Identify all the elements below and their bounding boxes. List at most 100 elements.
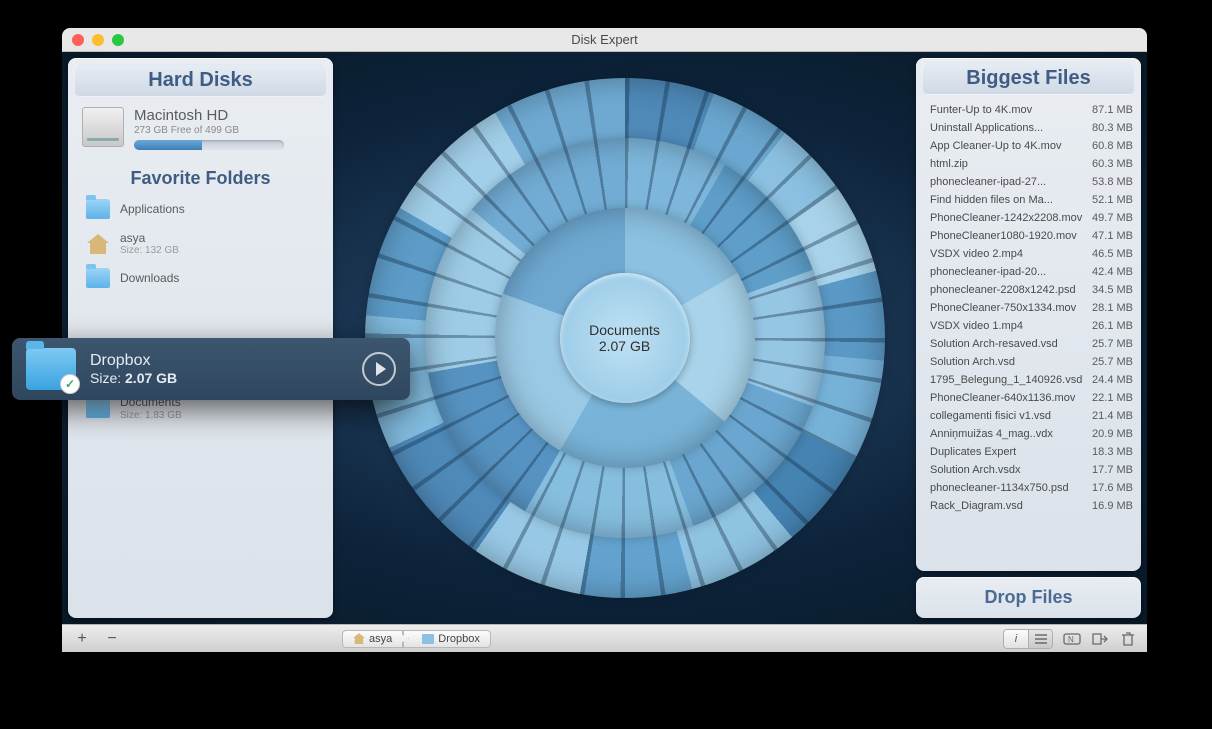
file-size: 46.5 MB [1092, 248, 1133, 260]
export-icon[interactable] [1091, 631, 1109, 647]
add-button[interactable]: + [72, 630, 92, 648]
home-icon [86, 233, 110, 255]
file-name: Funter-Up to 4K.mov [930, 104, 1092, 116]
right-column: Biggest Files Funter-Up to 4K.mov87.1 MB… [916, 58, 1141, 618]
file-name: Find hidden files on Ma... [930, 194, 1092, 206]
file-name: PhoneCleaner1080-1920.mov [930, 230, 1092, 242]
file-row[interactable]: html.zip60.3 MB [926, 155, 1137, 173]
file-row[interactable]: Funter-Up to 4K.mov87.1 MB [926, 101, 1137, 119]
favorite-folder-row[interactable]: Applications [68, 193, 333, 225]
zoom-icon[interactable] [112, 34, 124, 46]
file-size: 53.8 MB [1092, 176, 1133, 188]
scan-play-button[interactable] [362, 352, 396, 386]
file-row[interactable]: Solution Arch-resaved.vsd25.7 MB [926, 335, 1137, 353]
list-icon [1035, 634, 1047, 644]
file-row[interactable]: phonecleaner-1134x750.psd17.6 MB [926, 479, 1137, 497]
file-name: phonecleaner-1134x750.psd [930, 482, 1092, 494]
file-name: html.zip [930, 158, 1092, 170]
file-row[interactable]: phonecleaner-2208x1242.psd34.5 MB [926, 281, 1137, 299]
folder-popout[interactable]: Dropbox Size: 2.07 GB [12, 338, 410, 400]
file-row[interactable]: PhoneCleaner-1242x2208.mov49.7 MB [926, 209, 1137, 227]
remove-button[interactable]: − [102, 630, 122, 648]
popout-size: Size: 2.07 GB [90, 370, 177, 386]
file-size: 24.4 MB [1092, 374, 1133, 386]
harddrive-icon [82, 107, 124, 147]
favorite-folder-row[interactable]: asyaSize: 132 GB [68, 225, 333, 262]
file-name: PhoneCleaner-1242x2208.mov [930, 212, 1092, 224]
file-row[interactable]: VSDX video 1.mp426.1 MB [926, 317, 1137, 335]
titlebar: Disk Expert [62, 28, 1147, 52]
drop-files-panel[interactable]: Drop Files [916, 577, 1141, 618]
file-size: 80.3 MB [1092, 122, 1133, 134]
disk-row[interactable]: Macintosh HD 273 GB Free of 499 GB [68, 103, 333, 160]
biggest-files-panel: Biggest Files Funter-Up to 4K.mov87.1 MB… [916, 58, 1141, 571]
file-name: PhoneCleaner-640x1136.mov [930, 392, 1092, 404]
folder-icon [86, 268, 110, 288]
file-row[interactable]: Find hidden files on Ma...52.1 MB [926, 191, 1137, 209]
folder-size: Size: 1.83 GB [120, 410, 182, 421]
favorite-folder-row[interactable]: Downloads [68, 262, 333, 294]
file-name: App Cleaner-Up to 4K.mov [930, 140, 1092, 152]
file-size: 60.3 MB [1092, 158, 1133, 170]
file-row[interactable]: 1795_Belegung_1_140926.vsd24.4 MB [926, 371, 1137, 389]
favorite-folders-list: Applications asyaSize: 132 GBDownloads [68, 193, 333, 294]
breadcrumb: asya Dropbox [342, 630, 491, 648]
file-size: 47.1 MB [1092, 230, 1133, 242]
favorite-folders-header: Favorite Folders [68, 160, 333, 193]
file-name: PhoneCleaner-750x1334.mov [930, 302, 1092, 314]
list-view-button[interactable] [1028, 630, 1052, 648]
home-icon [353, 633, 365, 644]
file-name: Duplicates Expert [930, 446, 1092, 458]
sunburst-chart[interactable]: Documents 2.07 GB [365, 78, 885, 598]
file-row[interactable]: Uninstall Applications...80.3 MB [926, 119, 1137, 137]
file-row[interactable]: Anniņmuižas 4_mag..vdx20.9 MB [926, 425, 1137, 443]
breadcrumb-path[interactable]: Dropbox [403, 630, 491, 648]
file-size: 28.1 MB [1092, 302, 1133, 314]
file-row[interactable]: Solution Arch.vsd25.7 MB [926, 353, 1137, 371]
disk-subtitle: 273 GB Free of 499 GB [134, 125, 319, 136]
file-size: 87.1 MB [1092, 104, 1133, 116]
trash-icon[interactable] [1119, 631, 1137, 647]
rename-icon[interactable]: N [1063, 631, 1081, 647]
folder-name: Applications [120, 202, 185, 216]
sunburst-hub[interactable]: Documents 2.07 GB [560, 273, 690, 403]
file-size: 60.8 MB [1092, 140, 1133, 152]
file-name: Solution Arch.vsd [930, 356, 1092, 368]
biggest-files-list[interactable]: Funter-Up to 4K.mov87.1 MBUninstall Appl… [916, 101, 1141, 567]
biggest-files-header: Biggest Files [922, 62, 1135, 95]
hub-name: Documents [589, 322, 660, 338]
view-mode-toggle[interactable]: i [1003, 629, 1053, 649]
sunburst-area: Documents 2.07 GB [339, 58, 910, 618]
breadcrumb-home[interactable]: asya [342, 630, 403, 648]
file-row[interactable]: Duplicates Expert18.3 MB [926, 443, 1137, 461]
file-name: phonecleaner-ipad-27... [930, 176, 1092, 188]
file-name: Solution Arch-resaved.vsd [930, 338, 1092, 350]
file-size: 18.3 MB [1092, 446, 1133, 458]
disk-name: Macintosh HD [134, 107, 319, 124]
file-row[interactable]: collegamenti fisici v1.vsd21.4 MB [926, 407, 1137, 425]
file-row[interactable]: PhoneCleaner-750x1334.mov28.1 MB [926, 299, 1137, 317]
folder-icon [86, 199, 110, 219]
file-row[interactable]: Solution Arch.vsdx17.7 MB [926, 461, 1137, 479]
file-size: 20.9 MB [1092, 428, 1133, 440]
content-area: Hard Disks Macintosh HD 273 GB Free of 4… [62, 52, 1147, 624]
close-icon[interactable] [72, 34, 84, 46]
file-name: Uninstall Applications... [930, 122, 1092, 134]
disk-usage-fill [134, 140, 202, 150]
drop-files-label: Drop Files [984, 587, 1072, 607]
info-view-button[interactable]: i [1004, 630, 1028, 648]
minimize-icon[interactable] [92, 34, 104, 46]
file-row[interactable]: PhoneCleaner-640x1136.mov22.1 MB [926, 389, 1137, 407]
popout-text: Dropbox Size: 2.07 GB [90, 352, 177, 386]
file-size: 25.7 MB [1092, 356, 1133, 368]
file-size: 22.1 MB [1092, 392, 1133, 404]
file-row[interactable]: App Cleaner-Up to 4K.mov60.8 MB [926, 137, 1137, 155]
file-size: 34.5 MB [1092, 284, 1133, 296]
file-row[interactable]: Rack_Diagram.vsd16.9 MB [926, 497, 1137, 515]
file-size: 17.7 MB [1092, 464, 1133, 476]
file-row[interactable]: VSDX video 2.mp446.5 MB [926, 245, 1137, 263]
file-name: phonecleaner-2208x1242.psd [930, 284, 1092, 296]
file-row[interactable]: phonecleaner-ipad-27...53.8 MB [926, 173, 1137, 191]
file-row[interactable]: phonecleaner-ipad-20...42.4 MB [926, 263, 1137, 281]
file-row[interactable]: PhoneCleaner1080-1920.mov47.1 MB [926, 227, 1137, 245]
